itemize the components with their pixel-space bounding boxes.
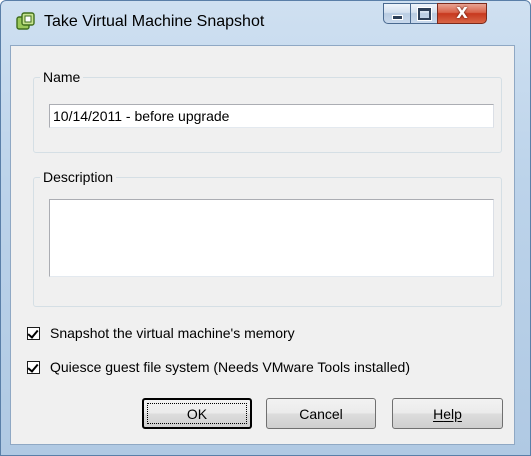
title-bar[interactable]: Take Virtual Machine Snapshot X: [1, 1, 530, 45]
close-icon: X: [456, 4, 468, 22]
minimize-button[interactable]: [383, 3, 410, 24]
name-group-label: Name: [40, 69, 84, 85]
quiesce-checkbox[interactable]: [27, 360, 40, 374]
help-button[interactable]: Help: [392, 398, 503, 429]
cancel-button-label: Cancel: [299, 405, 343, 422]
caption-buttons: X: [383, 3, 519, 25]
minimize-icon: [391, 15, 403, 20]
cancel-button[interactable]: Cancel: [266, 398, 376, 429]
description-group: Description: [33, 169, 502, 307]
snapshot-memory-option[interactable]: Snapshot the virtual machine's memory: [27, 325, 295, 341]
maximize-button[interactable]: [410, 3, 437, 24]
snapshot-description-input[interactable]: [49, 199, 494, 277]
snapshot-memory-checkbox[interactable]: [27, 326, 40, 340]
snapshot-dialog-window: Take Virtual Machine Snapshot X Name Des…: [0, 0, 531, 456]
description-group-label: Description: [40, 169, 117, 185]
dialog-client-area: Name Description Snapshot the virtual ma…: [10, 45, 515, 445]
snapshot-app-icon: [16, 12, 36, 32]
ok-button[interactable]: OK: [142, 398, 252, 429]
quiesce-label[interactable]: Quiesce guest file system (Needs VMware …: [50, 359, 410, 375]
snapshot-memory-label[interactable]: Snapshot the virtual machine's memory: [50, 325, 295, 341]
quiesce-option[interactable]: Quiesce guest file system (Needs VMware …: [27, 359, 410, 375]
checkmark-icon: [27, 360, 39, 373]
help-button-label: Help: [433, 405, 462, 422]
close-button[interactable]: X: [437, 3, 487, 24]
focus-ring: [147, 403, 247, 424]
maximize-icon: [417, 7, 431, 20]
name-group: Name: [33, 69, 502, 153]
window-title: Take Virtual Machine Snapshot: [44, 13, 265, 30]
checkmark-icon: [27, 326, 39, 339]
snapshot-name-input[interactable]: [49, 104, 494, 128]
